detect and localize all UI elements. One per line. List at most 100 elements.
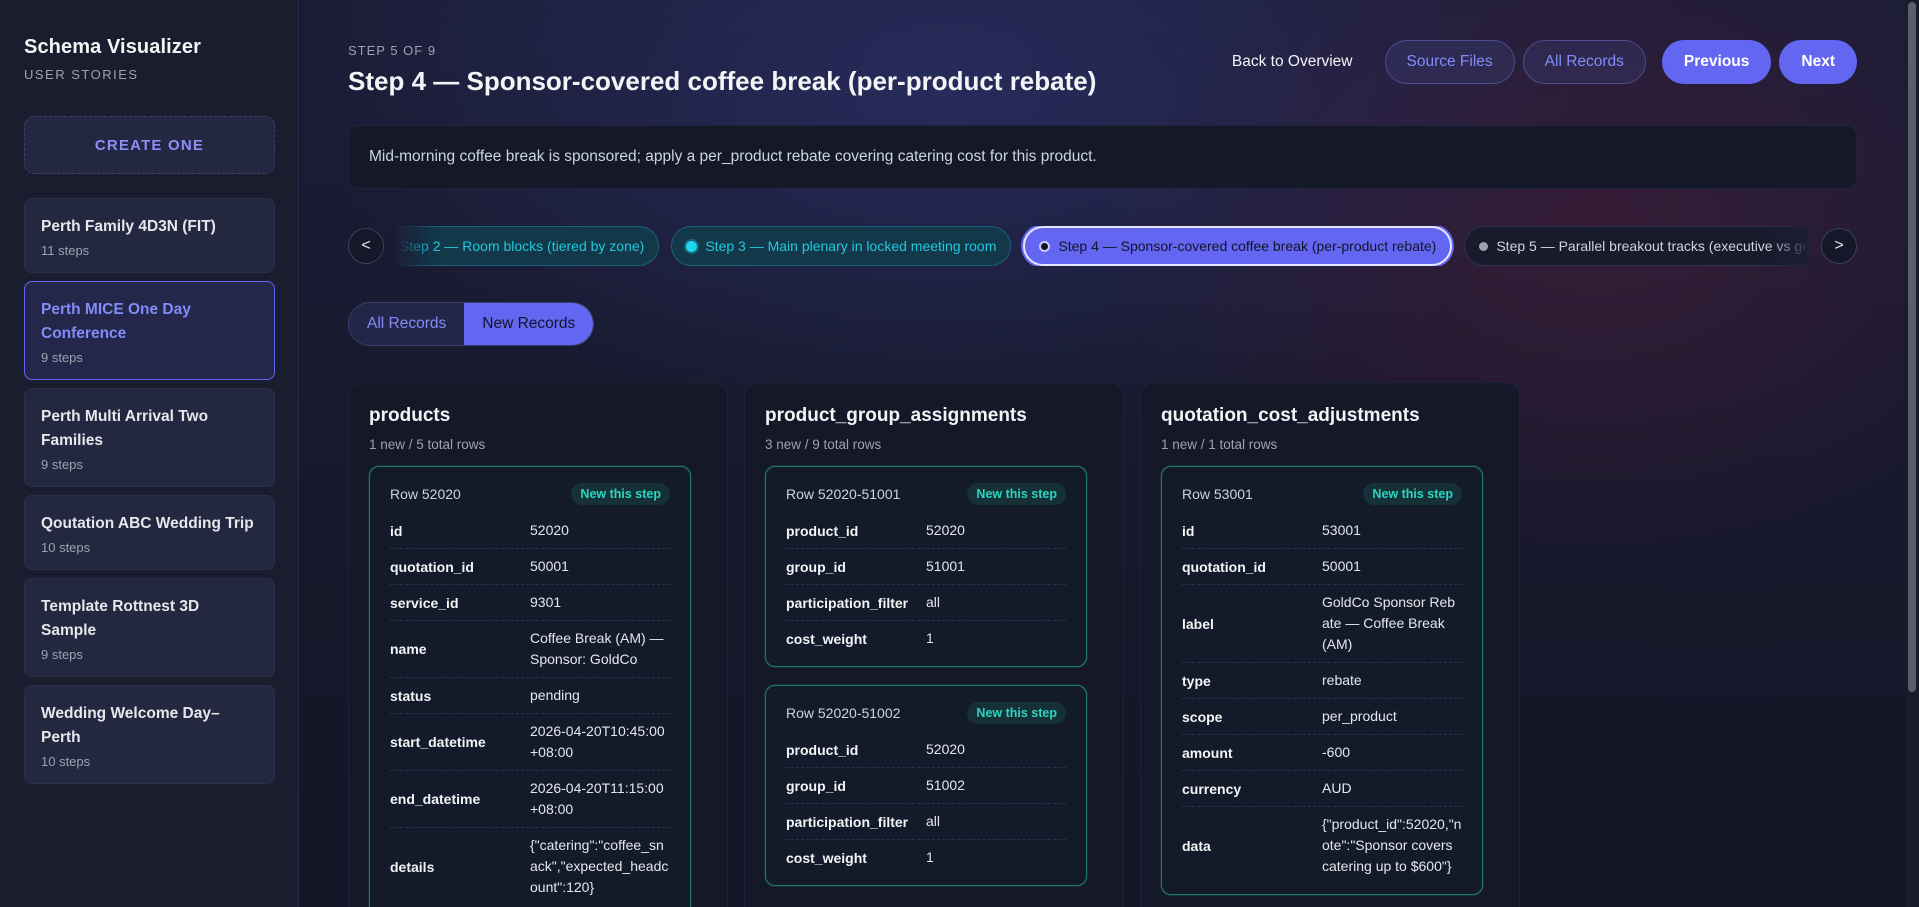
field-key: type bbox=[1182, 672, 1211, 689]
carousel-next-button[interactable]: > bbox=[1821, 228, 1857, 264]
new-status-badge: New this step bbox=[967, 702, 1066, 724]
story-item[interactable]: Template Rottnest 3D Sample 9 steps bbox=[24, 578, 275, 677]
table-row-count: 1 new / 1 total rows bbox=[1161, 437, 1278, 452]
field-value: all bbox=[926, 594, 941, 610]
table-name: product_group_assignments bbox=[765, 405, 1027, 426]
record-id: Row 52020-51002 bbox=[786, 705, 901, 721]
next-button[interactable]: Next bbox=[1779, 40, 1857, 84]
field-value: 9301 bbox=[530, 594, 562, 610]
field-key: cost_weight bbox=[786, 849, 867, 866]
field-value: AUD bbox=[1322, 780, 1352, 796]
story-item[interactable]: Perth Family 4D3N (FIT) 11 steps bbox=[24, 198, 275, 273]
carousel-track: Step 2 — Room blocks (tiered by zone) Ste… bbox=[396, 226, 1809, 266]
field-row: status pending bbox=[390, 678, 670, 714]
field-key: end_datetime bbox=[390, 791, 481, 807]
table-name: products bbox=[369, 405, 451, 426]
field-value: -600 bbox=[1322, 744, 1351, 760]
table-card: product_group_assignments 3 new / 9 total… bbox=[744, 382, 1124, 907]
record-id: Row 53001 bbox=[1182, 486, 1253, 502]
step-chip[interactable]: Step 3 — Main plenary in locked meeting … bbox=[671, 226, 1012, 266]
story-step-count: 9 steps bbox=[41, 647, 83, 662]
field-key: amount bbox=[1182, 744, 1233, 761]
scrollbar-thumb[interactable] bbox=[1908, 2, 1916, 692]
field-row: id 53001 bbox=[1182, 513, 1462, 549]
story-step-count: 10 steps bbox=[41, 754, 91, 769]
field-key: scope bbox=[1182, 708, 1223, 725]
step-chip[interactable]: Step 5 — Parallel breakout tracks (execu… bbox=[1464, 226, 1809, 266]
main-content: STEP 5 OF 9 Step 4 — Sponsor-covered cof… bbox=[300, 0, 1919, 907]
field-key: cost_weight bbox=[786, 630, 867, 647]
field-key: product_id bbox=[786, 741, 859, 758]
story-step-count: 11 steps bbox=[41, 243, 90, 258]
story-step-count: 9 steps bbox=[41, 350, 83, 365]
back-to-overview-button[interactable]: Back to Overview bbox=[1214, 40, 1371, 84]
story-item[interactable]: Perth MICE One Day Conference 9 steps bbox=[24, 281, 275, 380]
field-value: GoldCo Sponsor Rebate — Coffee Break (AM… bbox=[1322, 594, 1456, 652]
field-key: data bbox=[1182, 837, 1211, 854]
page-scrollbar[interactable] bbox=[1905, 0, 1919, 907]
field-row: cost_weight 1 bbox=[786, 621, 1066, 656]
field-row: start_datetime 2026-04-20T10:45:00+08:00 bbox=[390, 714, 670, 771]
step-carousel: < Step 2 — Room blocks (tiered by zone) S… bbox=[348, 226, 1857, 266]
field-key: label bbox=[1182, 615, 1214, 632]
field-value: 51002 bbox=[926, 777, 965, 793]
field-value: 52020 bbox=[530, 522, 569, 538]
previous-button[interactable]: Previous bbox=[1661, 40, 1772, 84]
source-files-button[interactable]: Source Files bbox=[1384, 40, 1515, 84]
carousel-prev-button[interactable]: < bbox=[348, 228, 384, 264]
field-value: 2026-04-20T10:45:00+08:00 bbox=[530, 723, 665, 760]
field-row: id 52020 bbox=[390, 513, 670, 549]
new-status-badge: New this step bbox=[571, 483, 670, 505]
field-key: participation_filter bbox=[786, 594, 909, 611]
field-row: data {"product_id":52020,"note":"Sponsor … bbox=[1182, 807, 1462, 884]
record-id: Row 52020 bbox=[390, 486, 461, 502]
field-value: {"product_id":52020,"note":"Sponsor cove… bbox=[1322, 816, 1462, 874]
record-header: Row 52020 New this step bbox=[390, 481, 670, 507]
filter-all-records[interactable]: All Records bbox=[349, 303, 465, 345]
step-chip-label: Step 2 — Room blocks (tiered by zone) bbox=[400, 238, 645, 254]
field-value: 52020 bbox=[926, 522, 965, 538]
step-progress-label: STEP 5 OF 9 bbox=[348, 43, 437, 58]
field-key: id bbox=[390, 522, 403, 539]
table-row-count: 1 new / 5 total rows bbox=[369, 437, 486, 452]
step-status-dot-icon bbox=[1479, 241, 1489, 251]
step-status-dot-icon bbox=[1039, 240, 1051, 252]
field-row: product_id 52020 bbox=[786, 732, 1066, 768]
field-key: group_id bbox=[786, 558, 846, 575]
field-row: group_id 51001 bbox=[786, 549, 1066, 585]
sidebar: Schema Visualizer USER STORIES CREATE ON… bbox=[0, 0, 299, 907]
step-chip-label: Step 3 — Main plenary in locked meeting … bbox=[705, 238, 997, 254]
field-key: participation_filter bbox=[786, 813, 909, 830]
table-card: quotation_cost_adjustments 1 new / 1 tota… bbox=[1140, 382, 1520, 907]
record-card: Row 52020-51002 New this step product_id 52… bbox=[765, 685, 1087, 886]
all-records-button[interactable]: All Records bbox=[1522, 40, 1646, 84]
story-title: Template Rottnest 3D Sample bbox=[41, 598, 200, 639]
field-value: Coffee Break (AM) — Sponsor: GoldCo bbox=[530, 630, 664, 667]
create-story-button[interactable]: CREATE ONE bbox=[24, 116, 275, 174]
story-item[interactable]: Qoutation ABC Wedding Trip 10 steps bbox=[24, 495, 275, 570]
filter-new-records[interactable]: New Records bbox=[464, 303, 594, 345]
step-status-dot-icon bbox=[686, 240, 698, 252]
field-value: 2026-04-20T11:15:00+08:00 bbox=[530, 780, 664, 817]
field-row: end_datetime 2026-04-20T11:15:00+08:00 bbox=[390, 771, 670, 828]
field-value: per_product bbox=[1322, 708, 1397, 724]
record-card: Row 53001 New this step id 53001 quotation_i… bbox=[1161, 466, 1483, 895]
field-key: id bbox=[1182, 522, 1195, 539]
app-subtitle: USER STORIES bbox=[24, 67, 139, 82]
step-chip[interactable]: Step 4 — Sponsor-covered coffee break (p… bbox=[1023, 226, 1453, 266]
records-filter-toggle: All Records New Records bbox=[348, 302, 595, 346]
field-key: currency bbox=[1182, 780, 1242, 797]
story-list: Perth Family 4D3N (FIT) 11 steps Perth MIC… bbox=[24, 198, 275, 784]
header-actions: Back to Overview Source Files All Record… bbox=[1214, 40, 1857, 84]
story-item[interactable]: Perth Multi Arrival Two Families 9 steps bbox=[24, 388, 275, 487]
field-value: 52020 bbox=[926, 741, 965, 757]
story-title: Perth Family 4D3N (FIT) bbox=[41, 218, 216, 235]
field-value: 51001 bbox=[926, 558, 965, 574]
field-value: 53001 bbox=[1322, 522, 1361, 538]
field-key: product_id bbox=[786, 522, 859, 539]
story-item[interactable]: Wedding Welcome Day–Perth 10 steps bbox=[24, 685, 275, 784]
page-title: Step 4 — Sponsor-covered coffee break (p… bbox=[348, 66, 1097, 96]
step-chip[interactable]: Step 2 — Room blocks (tiered by zone) bbox=[396, 226, 660, 266]
field-key: details bbox=[390, 858, 435, 875]
field-row: amount -600 bbox=[1182, 735, 1462, 771]
